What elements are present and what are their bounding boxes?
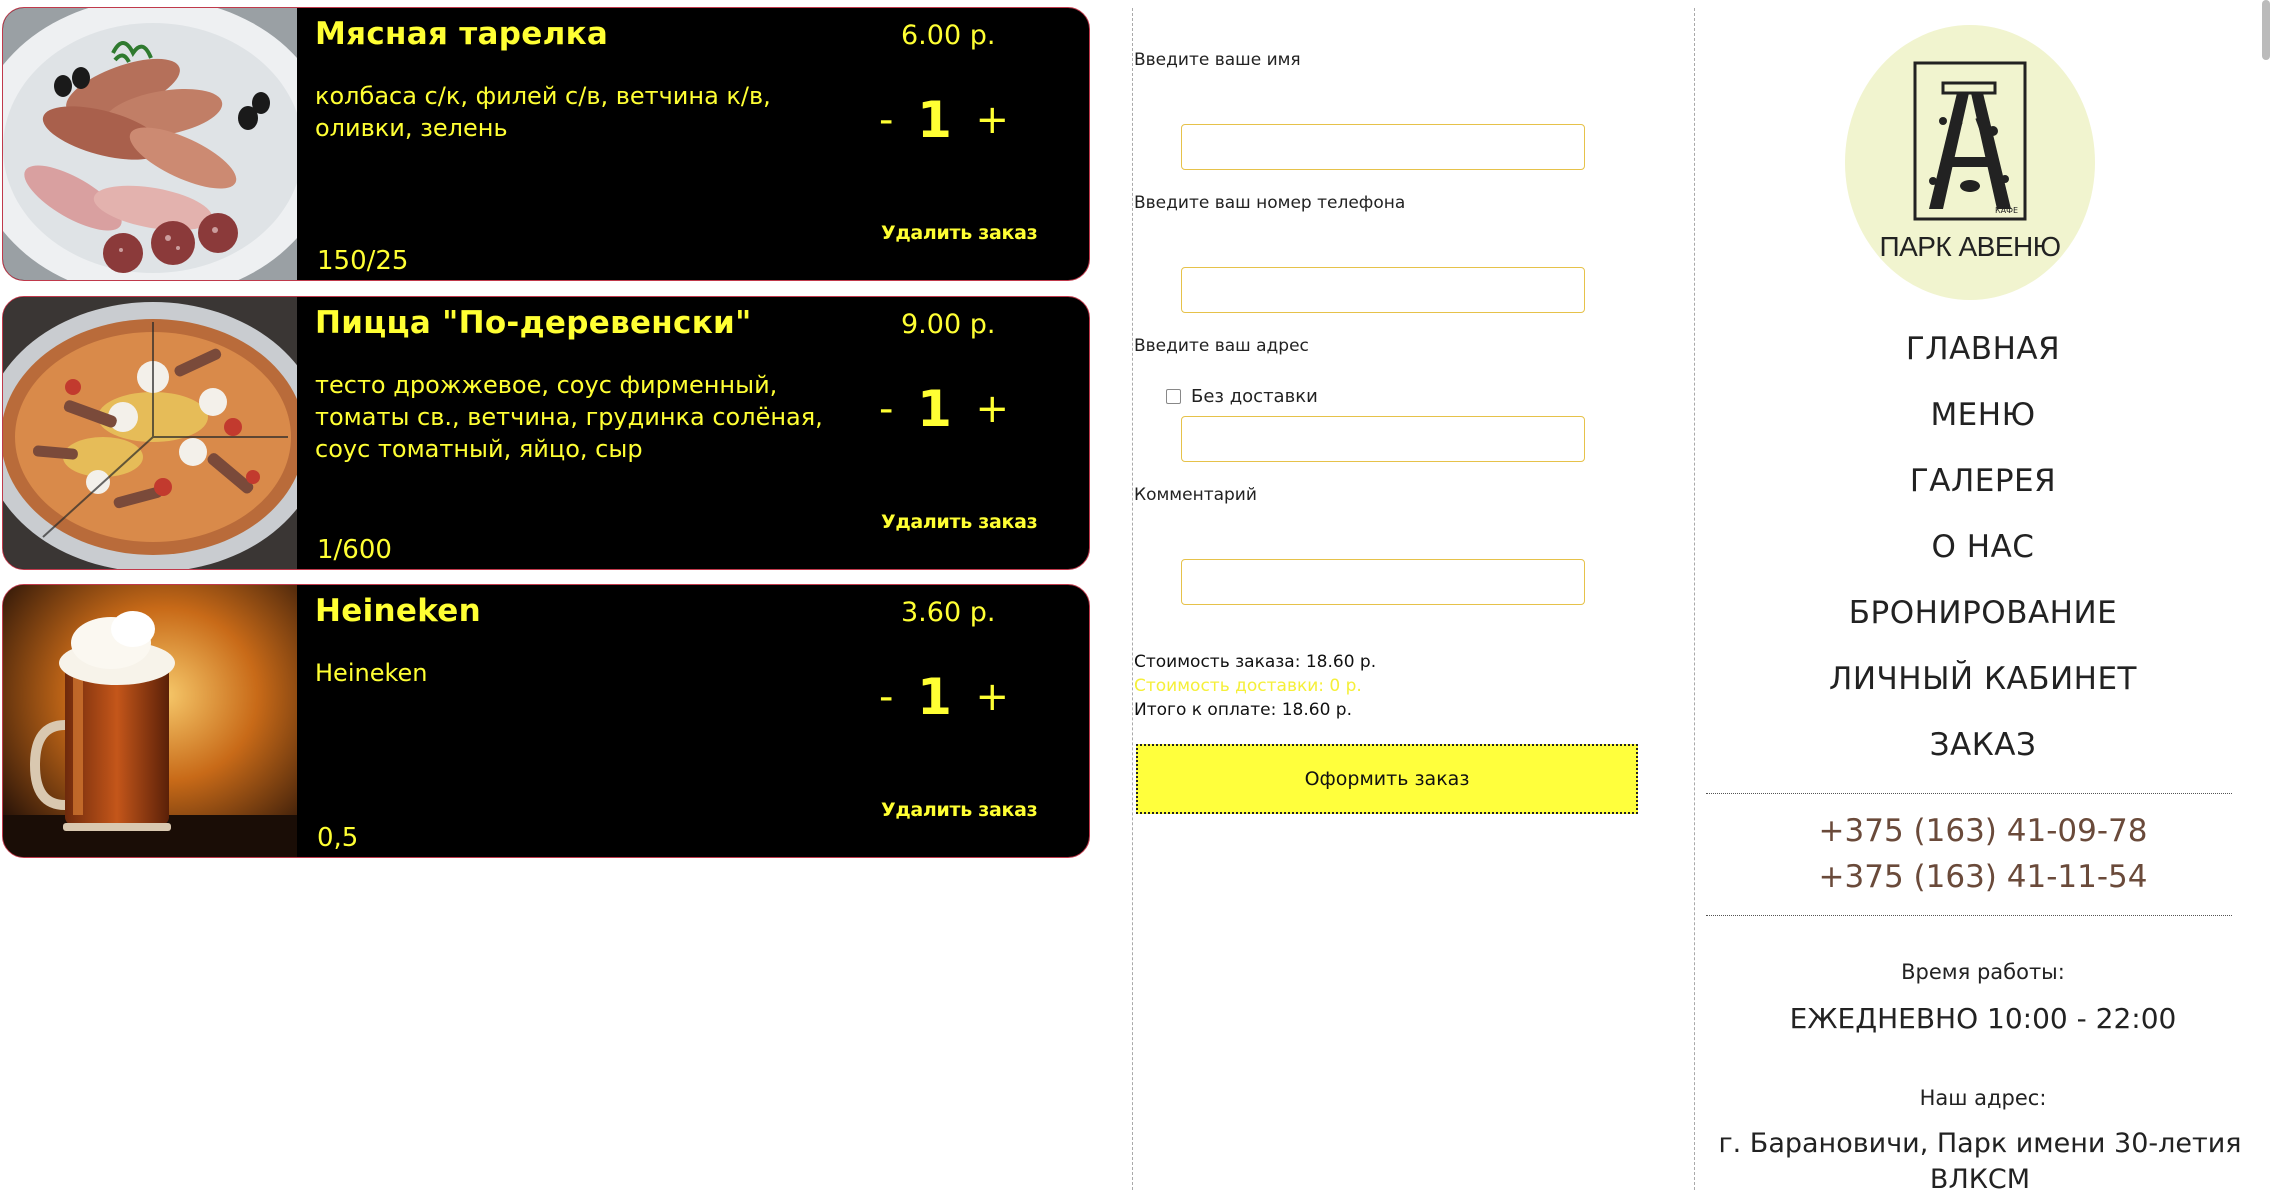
item-description: Heineken	[315, 659, 428, 687]
decrease-button[interactable]: -	[879, 677, 893, 717]
quantity-value: 1	[917, 380, 952, 438]
item-price: 9.00 р.	[901, 309, 996, 340]
cart-item: Мясная тарелка колбаса с/к, филей с/в, в…	[2, 7, 1090, 281]
order-form: Введите ваше имя Введите ваш номер телеф…	[1134, 0, 1694, 1190]
name-input[interactable]	[1181, 124, 1585, 170]
item-title: Мясная тарелка	[315, 16, 609, 52]
phone-list: +375 (163) 41-09-78 +375 (163) 41-11-54	[1696, 808, 2270, 900]
phone-label: Введите ваш номер телефона	[1134, 193, 1406, 213]
cafe-address: г. Барановичи, Парк имени 30-летия ВЛКСМ	[1718, 1128, 2242, 1190]
nav-item-about[interactable]: О НАС	[1696, 518, 2270, 584]
comment-label: Комментарий	[1134, 485, 1257, 505]
cafe-logo[interactable]: КАФЕ ПАРК АВЕНЮ	[1845, 25, 2095, 300]
nav-item-order[interactable]: ЗАКАЗ	[1696, 716, 2270, 782]
comment-input[interactable]	[1181, 559, 1585, 605]
name-label: Введите ваше имя	[1134, 50, 1301, 70]
divider	[1706, 793, 2232, 794]
address-label: Наш адрес:	[1919, 1086, 2047, 1110]
logo-text: ПАРК АВЕНЮ	[1879, 231, 2061, 262]
phone-number[interactable]: +375 (163) 41-09-78	[1696, 808, 2270, 854]
logo-small-text: КАФЕ	[1995, 206, 2018, 215]
order-cost: Стоимость заказа: 18.60 р.	[1134, 652, 1377, 672]
nav-item-gallery[interactable]: ГАЛЕРЕЯ	[1696, 452, 2270, 518]
column-divider	[1132, 8, 1133, 1190]
decrease-button[interactable]: -	[879, 389, 893, 429]
remove-item-button[interactable]: Удалить заказ	[881, 511, 1038, 533]
item-description: тесто дрожжевое, соус фирменный, томаты …	[315, 371, 823, 463]
item-title: Пицца "По-деревенски"	[315, 305, 752, 341]
main-nav: ГЛАВНАЯ МЕНЮ ГАЛЕРЕЯ О НАС БРОНИРОВАНИЕ …	[1696, 320, 2270, 782]
no-delivery-label: Без доставки	[1191, 386, 1318, 407]
item-description: колбаса с/к, филей с/в, ветчина к/в, оли…	[315, 82, 771, 142]
item-weight: 1/600	[317, 535, 392, 565]
sidebar: КАФЕ ПАРК АВЕНЮ ГЛАВНАЯ МЕНЮ ГАЛЕРЕЯ О Н…	[1696, 0, 2270, 1190]
decrease-button[interactable]: -	[879, 100, 893, 140]
meat-platter-photo	[3, 8, 297, 280]
quantity-stepper: - 1 +	[879, 90, 1009, 150]
cart-item: Heineken Heineken 0,5 3.60 р. - 1 + Удал…	[2, 584, 1090, 858]
page: Мясная тарелка колбаса с/к, филей с/в, в…	[0, 0, 2270, 1190]
nav-item-home[interactable]: ГЛАВНАЯ	[1696, 320, 2270, 386]
item-weight: 150/25	[317, 246, 409, 276]
phone-input[interactable]	[1181, 267, 1585, 313]
address-label: Введите ваш адрес	[1134, 336, 1309, 356]
quantity-stepper: - 1 +	[879, 379, 1009, 439]
cafe-logo-icon: КАФЕ	[1913, 61, 2027, 221]
item-title: Heineken	[315, 593, 481, 629]
column-divider	[1694, 8, 1695, 1190]
no-delivery-checkbox[interactable]: Без доставки	[1166, 386, 1318, 407]
scrollbar-thumb[interactable]	[2262, 0, 2270, 60]
hours-label: Время работы:	[1901, 960, 2065, 984]
increase-button[interactable]: +	[975, 389, 1009, 429]
checkbox-box[interactable]	[1166, 389, 1181, 404]
quantity-stepper: - 1 +	[879, 667, 1009, 727]
item-price: 6.00 р.	[901, 20, 996, 51]
opening-hours: ЕЖЕДНЕВНО 10:00 - 22:00	[1789, 1002, 2177, 1035]
remove-item-button[interactable]: Удалить заказ	[881, 222, 1038, 244]
order-summary: Стоимость заказа: 18.60 р. Стоимость дос…	[1134, 650, 1376, 722]
delivery-cost: Стоимость доставки: 0 р.	[1134, 676, 1362, 696]
quantity-value: 1	[917, 91, 952, 149]
phone-number[interactable]: +375 (163) 41-11-54	[1696, 854, 2270, 900]
order-total: Итого к оплате: 18.60 р.	[1134, 700, 1352, 720]
increase-button[interactable]: +	[975, 100, 1009, 140]
increase-button[interactable]: +	[975, 677, 1009, 717]
item-price: 3.60 р.	[901, 597, 996, 628]
beer-mug-photo	[3, 585, 297, 857]
nav-item-account[interactable]: ЛИЧНЫЙ КАБИНЕТ	[1696, 650, 2270, 716]
divider	[1706, 915, 2232, 916]
pizza-photo	[3, 297, 297, 569]
cart-item: Пицца "По-деревенски" тесто дрожжевое, с…	[2, 296, 1090, 570]
submit-order-button[interactable]: Оформить заказ	[1136, 744, 1638, 814]
quantity-value: 1	[917, 668, 952, 726]
address-input[interactable]	[1181, 416, 1585, 462]
remove-item-button[interactable]: Удалить заказ	[881, 799, 1038, 821]
item-weight: 0,5	[317, 823, 359, 853]
nav-item-booking[interactable]: БРОНИРОВАНИЕ	[1696, 584, 2270, 650]
nav-item-menu[interactable]: МЕНЮ	[1696, 386, 2270, 452]
